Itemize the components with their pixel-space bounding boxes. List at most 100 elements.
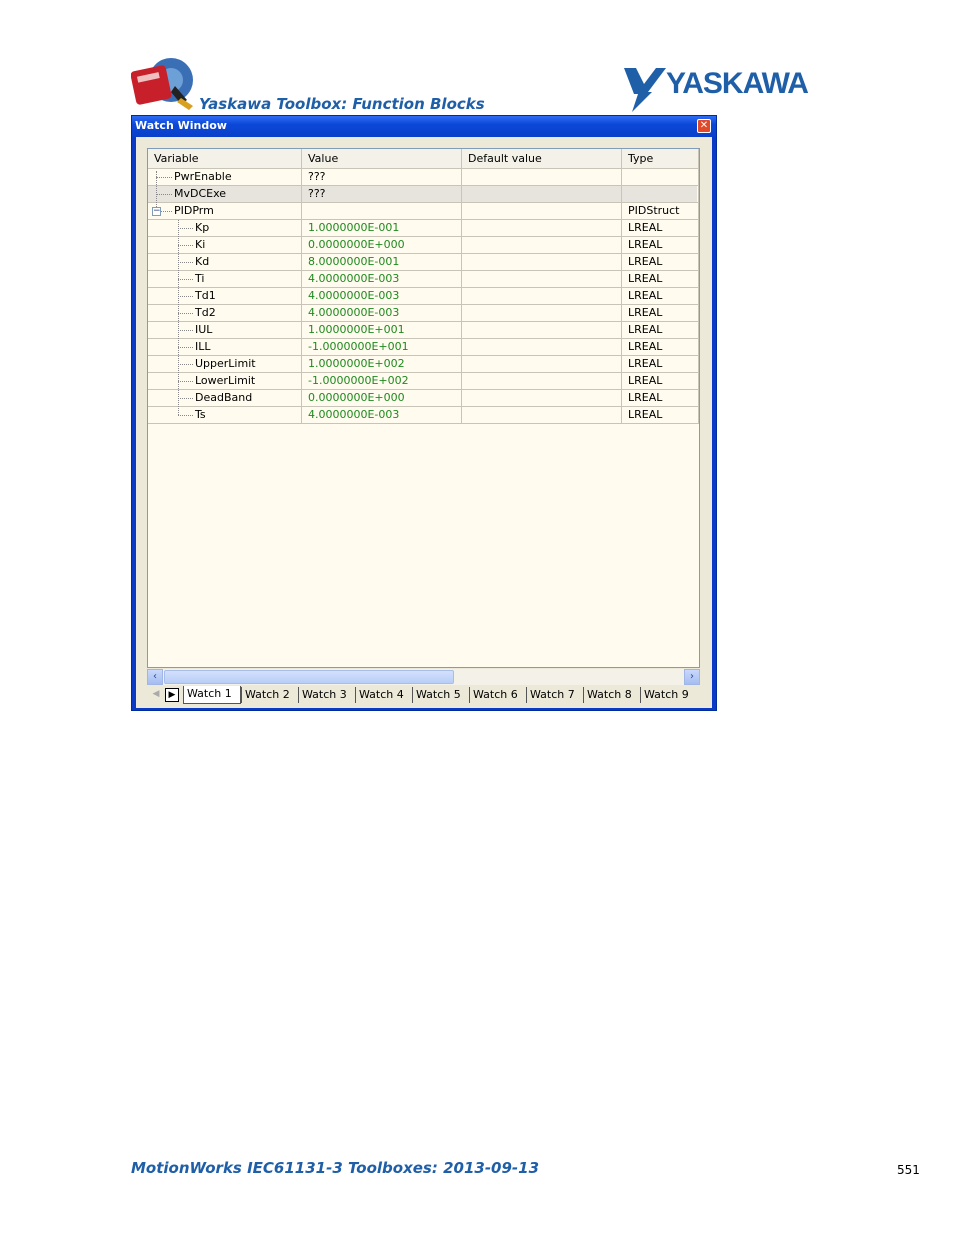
- toolbox-logo-icon: [130, 56, 199, 112]
- variable-name: Ts: [195, 408, 206, 421]
- chevron-right-icon: ›: [690, 671, 694, 682]
- value-cell[interactable]: -1.0000000E+001: [302, 339, 462, 356]
- table-row[interactable]: IUL 1.0000000E+001 LREAL: [148, 322, 699, 339]
- variable-name: Ti: [195, 272, 205, 285]
- table-row[interactable]: LowerLimit -1.0000000E+002 LREAL: [148, 373, 699, 390]
- tree-connector: [178, 398, 193, 399]
- value-cell[interactable]: 4.0000000E-003: [302, 271, 462, 288]
- value-cell[interactable]: 0.0000000E+000: [302, 390, 462, 407]
- default-value-cell: [462, 237, 622, 254]
- tree-connector: [156, 177, 172, 178]
- variable-cell: UpperLimit: [148, 356, 302, 373]
- tree-connector: [178, 381, 193, 382]
- variable-cell: Kp: [148, 220, 302, 237]
- tree-connector: [156, 171, 157, 207]
- value-cell[interactable]: 4.0000000E-003: [302, 288, 462, 305]
- close-button[interactable]: ✕: [697, 119, 711, 133]
- chevron-left-icon: ‹: [153, 671, 157, 682]
- variable-cell: Td1: [148, 288, 302, 305]
- table-row[interactable]: Ti 4.0000000E-003 LREAL: [148, 271, 699, 288]
- column-header-variable[interactable]: Variable: [148, 149, 302, 169]
- type-cell: LREAL: [622, 254, 699, 271]
- tab-watch-2[interactable]: Watch 2: [241, 687, 298, 703]
- tab-scroll-left-button[interactable]: ◀: [149, 688, 163, 702]
- triangle-right-icon: ▶: [168, 690, 176, 700]
- value-cell[interactable]: ???: [302, 169, 462, 186]
- table-row[interactable]: ILL -1.0000000E+001 LREAL: [148, 339, 699, 356]
- default-value-cell: [462, 288, 622, 305]
- value-cell[interactable]: ???: [302, 186, 462, 203]
- collapse-icon[interactable]: −: [152, 207, 161, 216]
- tab-watch-5[interactable]: Watch 5: [412, 687, 469, 703]
- value-cell[interactable]: 1.0000000E-001: [302, 220, 462, 237]
- value-cell[interactable]: [302, 203, 462, 220]
- variable-name: PwrEnable: [174, 170, 232, 183]
- title-bar[interactable]: Watch Window ✕: [132, 116, 716, 137]
- value-cell[interactable]: 0.0000000E+000: [302, 237, 462, 254]
- variable-cell: Ki: [148, 237, 302, 254]
- variable-name: Td1: [195, 289, 216, 302]
- variable-name: IUL: [195, 323, 213, 336]
- table-row[interactable]: Ki 0.0000000E+000 LREAL: [148, 237, 699, 254]
- default-value-cell: [462, 339, 622, 356]
- close-icon: ✕: [699, 120, 709, 131]
- table-row[interactable]: Kd 8.0000000E-001 LREAL: [148, 254, 699, 271]
- tab-watch-1[interactable]: Watch 1: [183, 686, 241, 704]
- value-cell[interactable]: 8.0000000E-001: [302, 254, 462, 271]
- variable-cell: Td2: [148, 305, 302, 322]
- column-header-default-value[interactable]: Default value: [462, 149, 622, 169]
- tab-watch-8[interactable]: Watch 8: [583, 687, 640, 703]
- table-row[interactable]: UpperLimit 1.0000000E+002 LREAL: [148, 356, 699, 373]
- variable-cell: − PIDPrm: [148, 203, 302, 220]
- value-cell[interactable]: -1.0000000E+002: [302, 373, 462, 390]
- table-row[interactable]: Td2 4.0000000E-003 LREAL: [148, 305, 699, 322]
- type-cell: LREAL: [622, 237, 699, 254]
- table-row[interactable]: Kp 1.0000000E-001 LREAL: [148, 220, 699, 237]
- default-value-cell: [462, 322, 622, 339]
- table-row[interactable]: DeadBand 0.0000000E+000 LREAL: [148, 390, 699, 407]
- tab-watch-6[interactable]: Watch 6: [469, 687, 526, 703]
- value-cell[interactable]: 4.0000000E-003: [302, 407, 462, 424]
- table-row[interactable]: MvDCExe???: [148, 186, 699, 203]
- variable-name: ILL: [195, 340, 211, 353]
- tab-watch-4[interactable]: Watch 4: [355, 687, 412, 703]
- default-value-cell: [462, 407, 622, 424]
- tab-watch-7[interactable]: Watch 7: [526, 687, 583, 703]
- type-cell: LREAL: [622, 288, 699, 305]
- variable-name: DeadBand: [195, 391, 253, 404]
- value-cell[interactable]: 1.0000000E+002: [302, 356, 462, 373]
- variable-cell: DeadBand: [148, 390, 302, 407]
- default-value-cell: [462, 254, 622, 271]
- watch-tabs: ◀ ▶ Watch 1 Watch 2 Watch 3 Watch 4 Watch 5W…: [147, 686, 700, 704]
- type-cell: LREAL: [622, 339, 699, 356]
- default-value-cell: [462, 220, 622, 237]
- type-cell: LREAL: [622, 390, 699, 407]
- type-cell: LREAL: [622, 322, 699, 339]
- value-cell[interactable]: 4.0000000E-003: [302, 305, 462, 322]
- tree-connector: [178, 262, 193, 263]
- column-header-value[interactable]: Value: [302, 149, 462, 169]
- horizontal-scrollbar[interactable]: ‹ ›: [147, 669, 700, 685]
- footer-text: MotionWorks IEC61131-3 Toolboxes: 2013-0…: [131, 1159, 540, 1177]
- default-value-cell: [462, 186, 622, 203]
- table-row[interactable]: Td1 4.0000000E-003 LREAL: [148, 288, 699, 305]
- type-cell: LREAL: [622, 305, 699, 322]
- default-value-cell: [462, 356, 622, 373]
- tree-connector: [178, 347, 193, 348]
- tab-scroll-right-button[interactable]: ▶: [165, 688, 179, 702]
- table-row[interactable]: PwrEnable???: [148, 169, 699, 186]
- tab-watch-9[interactable]: Watch 9: [640, 687, 692, 703]
- tree-connector: [178, 364, 193, 365]
- value-cell[interactable]: 1.0000000E+001: [302, 322, 462, 339]
- tab-watch-3[interactable]: Watch 3: [298, 687, 355, 703]
- tree-connector: [178, 228, 193, 229]
- table-row[interactable]: Ts 4.0000000E-003 LREAL: [148, 407, 699, 424]
- default-value-cell: [462, 373, 622, 390]
- scroll-left-button[interactable]: ‹: [147, 669, 163, 685]
- table-row[interactable]: − PIDPrm PIDStruct: [148, 203, 699, 220]
- column-header-type[interactable]: Type: [622, 149, 699, 169]
- scrollbar-thumb[interactable]: [164, 670, 454, 684]
- scroll-right-button[interactable]: ›: [684, 669, 700, 685]
- yaskawa-logo-icon: [624, 68, 666, 112]
- variable-name: LowerLimit: [195, 374, 256, 387]
